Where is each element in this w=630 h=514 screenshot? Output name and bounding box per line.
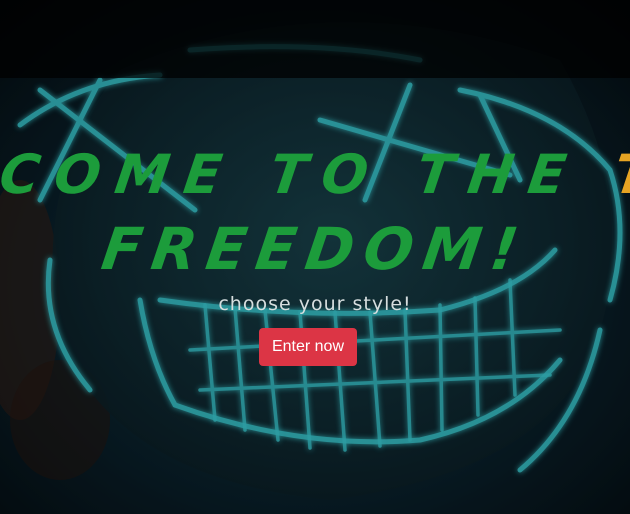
headline-line-2: FREEDOM! [97,215,533,283]
landing-page: COME TO THE TUNES FREEDOM! choose your s… [0,0,630,514]
enter-now-button[interactable]: Enter now [259,328,357,366]
headline-text-green: COME TO THE [0,143,585,206]
headline-text-orange: TUNES [609,143,630,206]
headline-line-1: COME TO THE TUNES [0,143,630,206]
tagline: choose your style! [218,293,412,315]
hero-section: COME TO THE TUNES FREEDOM! choose your s… [0,0,630,514]
